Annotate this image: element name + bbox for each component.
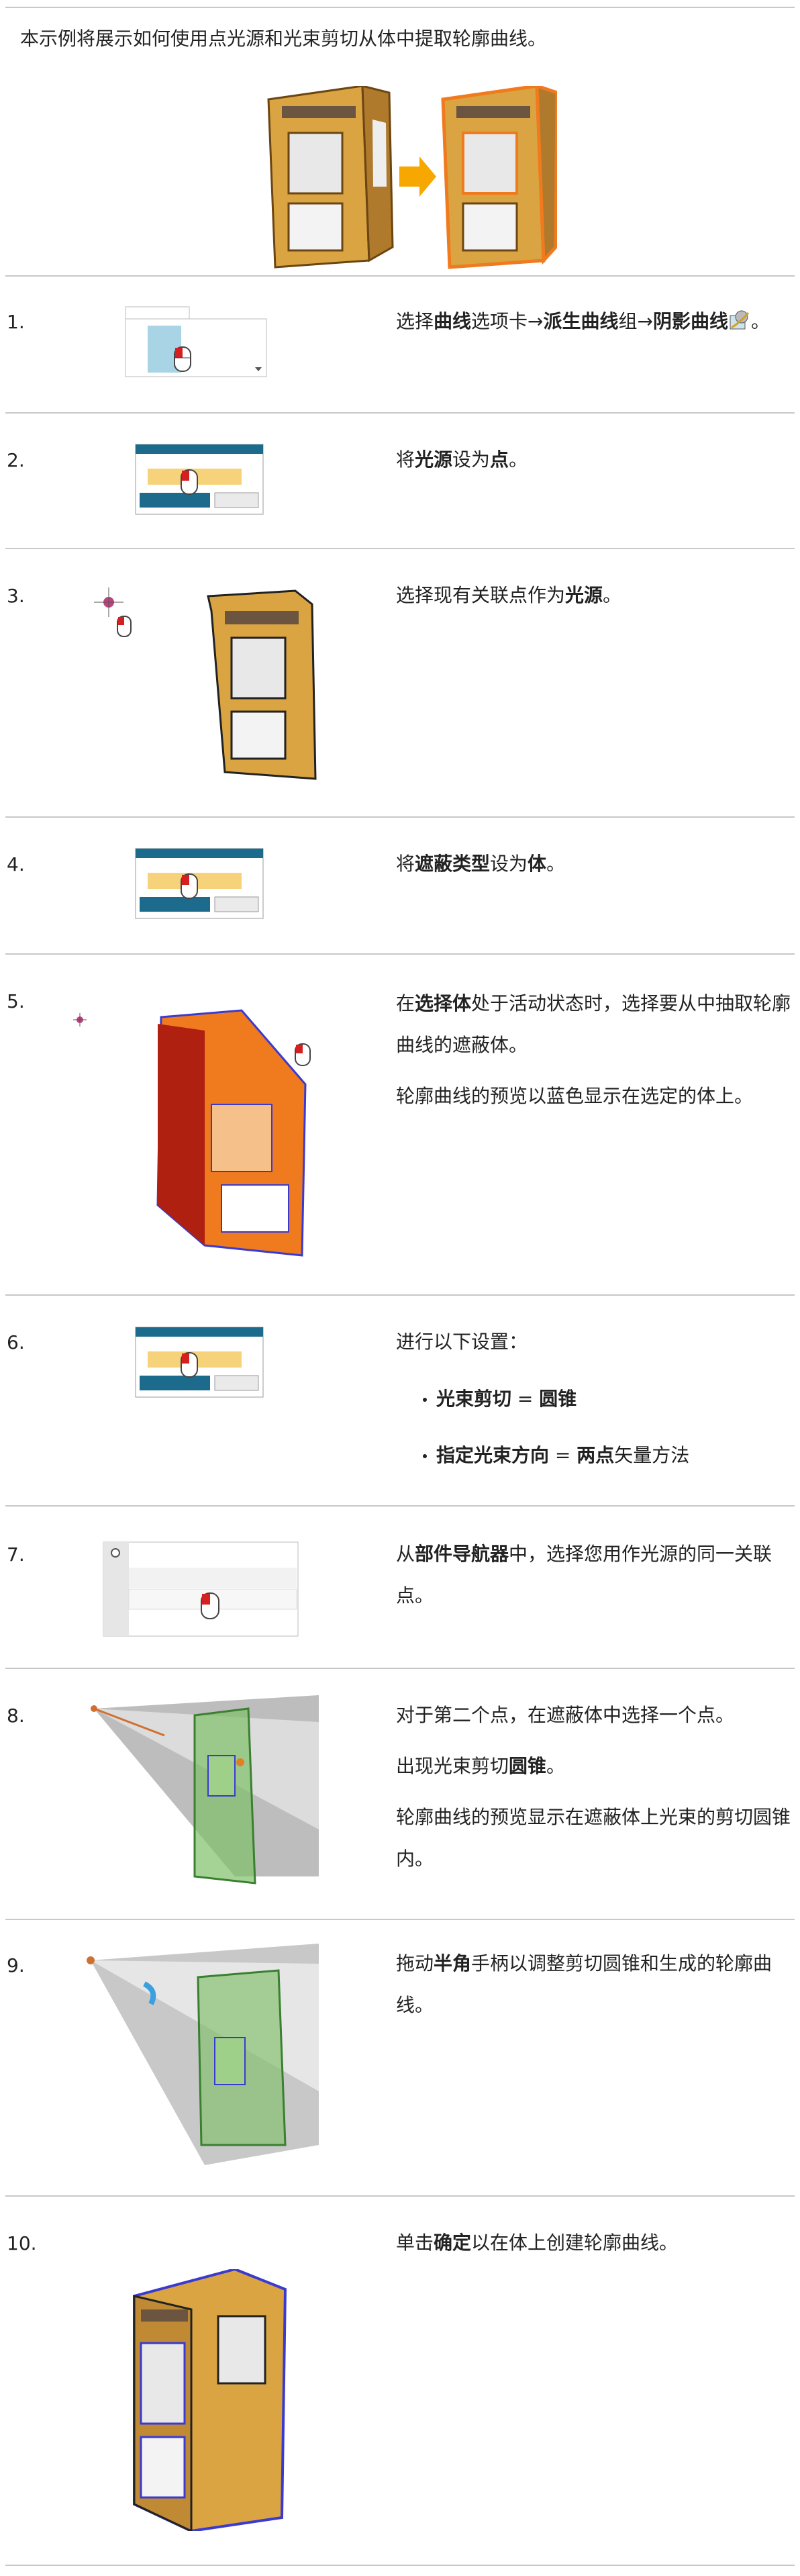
mouse-cursor-icon: [201, 1592, 219, 1619]
step-8-text: 对于第二个点，在遮蔽体中选择一个点。 出现光束剪切圆锥。 轮廓曲线的预览显示在遮…: [396, 1704, 791, 1870]
step-number: 5.: [7, 990, 25, 1012]
separator: [5, 548, 795, 549]
point-select-image: [94, 587, 317, 780]
booth-after-image: [441, 86, 557, 269]
mouse-cursor-icon: [295, 1043, 311, 1066]
dialog-click-image: [135, 1327, 264, 1398]
intro-text: 本示例将展示如何使用点光源和光束剪切从体中提取轮廓曲线。: [20, 28, 547, 50]
step-number: 1.: [7, 311, 25, 333]
step-number: 3.: [7, 585, 25, 607]
separator: [5, 275, 795, 277]
step-10-text: 单击确定以在体上创建轮廓曲线。: [396, 2232, 679, 2254]
step-5-text: 在选择体处于活动状态时，选择要从中抽取轮廓曲线的遮蔽体。 轮廓曲线的预览以蓝色显…: [396, 983, 799, 1127]
step-2-text: 将光源设为点。: [396, 448, 528, 471]
mouse-cursor-icon: [181, 469, 198, 495]
booth-before-image: [267, 86, 394, 269]
step-number: 9.: [7, 1954, 25, 1976]
step-number: 7.: [7, 1543, 25, 1566]
shadow-curve-icon: [730, 310, 750, 330]
ribbon-click-image: [125, 306, 267, 377]
half-angle-drag-image: [87, 1944, 319, 2165]
dialog-click-image: [135, 444, 264, 515]
step-number: 2.: [7, 449, 25, 471]
arrow-right-icon: [399, 156, 436, 197]
dialog-click-image: [135, 848, 264, 919]
step-4-text: 将遮蔽类型设为体。: [396, 853, 566, 875]
mouse-cursor-icon: [181, 1352, 198, 1378]
separator: [5, 816, 795, 818]
separator: [5, 1919, 795, 1920]
separator: [5, 1505, 795, 1507]
step-5-note: 轮廓曲线的预览以蓝色显示在选定的体上。: [396, 1085, 754, 1107]
result-body-image: [133, 2269, 287, 2531]
step-6-text: 进行以下设置：: [396, 1331, 528, 1353]
top-rule: [5, 7, 795, 8]
point-light-icon: [94, 587, 123, 617]
separator: [5, 1668, 795, 1669]
separator: [5, 2565, 795, 2566]
hero-illustration: [267, 86, 557, 269]
separator: [5, 1294, 795, 1296]
mouse-cursor-icon: [174, 346, 191, 372]
step-3-text: 选择现有关联点作为光源。: [396, 584, 622, 606]
list-item: 指定光束方向 = 两点矢量方法: [423, 1441, 689, 1470]
list-item: 光束剪切 = 圆锥: [423, 1384, 577, 1414]
step-number: 6.: [7, 1331, 25, 1353]
step-number: 8.: [7, 1705, 25, 1727]
separator: [5, 412, 795, 414]
separator: [5, 2195, 795, 2197]
mouse-cursor-icon: [181, 873, 198, 899]
navigator-click-image: [103, 1541, 299, 1637]
step-9-text: 拖动半角手柄以调整剪切圆锥和生成的轮廓曲线。: [396, 1952, 772, 2016]
step-number: 4.: [7, 853, 25, 875]
step-7-text: 从部件导航器中，选择您用作光源的同一关联点。: [396, 1543, 772, 1607]
separator: [5, 953, 795, 955]
mouse-cursor-icon: [117, 616, 132, 637]
step-1-text: 选择曲线选项卡→派生曲线组→阴影曲线。: [396, 310, 770, 332]
cone-preview-image: [91, 1695, 319, 1885]
step-number: 10.: [7, 2232, 37, 2254]
point-light-icon: [73, 1013, 87, 1027]
shadow-body-select-image: [73, 1009, 311, 1257]
